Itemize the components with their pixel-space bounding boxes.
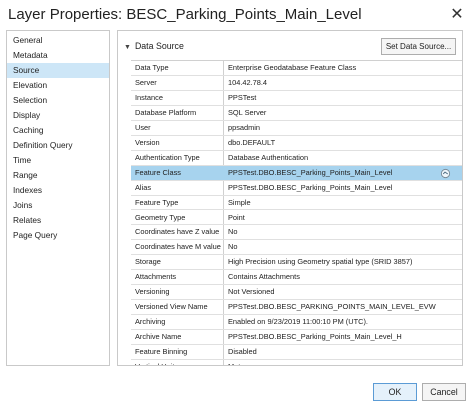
property-row[interactable]: Archive Name PPSTest.DBO.BESC_Parking_Poi… — [131, 330, 462, 346]
property-key: Alias — [135, 182, 152, 192]
nav-item-metadata[interactable]: Metadata — [7, 48, 109, 63]
property-value: Contains Attachments — [228, 272, 300, 282]
property-value: Meter — [228, 360, 448, 365]
property-key: Storage — [135, 257, 161, 267]
nav-item-indexes[interactable]: Indexes — [7, 183, 109, 198]
nav-item-page-query[interactable]: Page Query — [7, 228, 109, 243]
property-value: Point — [228, 212, 245, 222]
property-row[interactable]: Attachments Contains Attachments — [131, 270, 462, 286]
nav-item-relates[interactable]: Relates — [7, 213, 109, 228]
chevron-down-icon: ▼ — [124, 44, 131, 51]
property-value: High Precision using Geometry spatial ty… — [228, 257, 413, 267]
property-key: Server — [135, 77, 157, 87]
nav-item-display[interactable]: Display — [7, 108, 109, 123]
nav-item-time[interactable]: Time — [7, 153, 109, 168]
property-value: 104.42.78.4 — [228, 77, 268, 87]
property-value: Disabled — [228, 347, 257, 357]
property-row[interactable]: Feature Binning Disabled — [131, 345, 462, 360]
property-key: User — [135, 122, 151, 132]
data-source-grid: Data Type Enterprise Geodatabase Feature … — [131, 60, 462, 365]
property-row[interactable]: Storage High Precision using Geometry spa… — [131, 255, 462, 271]
property-row[interactable]: Coordinates have M value No — [131, 240, 462, 256]
catalog-icon[interactable] — [440, 168, 451, 179]
property-value: SQL Server — [228, 107, 267, 117]
data-source-section-header[interactable]: ▼ Data Source — [124, 41, 184, 51]
property-row[interactable]: Database Platform SQL Server — [131, 106, 462, 121]
ok-button[interactable]: OK — [373, 383, 417, 401]
property-key: Feature Binning — [135, 347, 188, 357]
property-key: Versioning — [135, 287, 170, 297]
property-key: Coordinates have M value — [135, 242, 221, 252]
property-key: Vertical Units — [135, 360, 223, 365]
property-row[interactable]: User ppsadmin — [131, 121, 462, 136]
title-bar: Layer Properties: BESC_Parking_Points_Ma… — [0, 0, 474, 30]
property-row[interactable]: Server 104.42.78.4 — [131, 76, 462, 91]
property-row[interactable]: Version dbo.DEFAULT — [131, 136, 462, 151]
nav-item-joins[interactable]: Joins — [7, 198, 109, 213]
property-value: PPSTest.DBO.BESC_PARKING_POINTS_MAIN_LEV… — [228, 302, 436, 312]
property-value: Database Authentication — [228, 152, 309, 162]
property-value: Enabled on 9/23/2019 11:00:10 PM (UTC). — [228, 317, 368, 327]
nav-item-caching[interactable]: Caching — [7, 123, 109, 138]
property-value: PPSTest.DBO.BESC_Parking_Points_Main_Lev… — [228, 167, 393, 177]
nav-item-general[interactable]: General — [7, 33, 109, 48]
property-row[interactable]: Versioned View Name PPSTest.DBO.BESC_PARK… — [131, 300, 462, 316]
property-value: No — [228, 242, 238, 252]
property-value: ppsadmin — [228, 122, 261, 132]
window-title: Layer Properties: BESC_Parking_Points_Ma… — [8, 6, 362, 23]
property-key: Archiving — [135, 317, 166, 327]
property-value: PPSTest — [228, 92, 257, 102]
property-row[interactable]: Authentication Type Database Authenticati… — [131, 151, 462, 166]
property-value: Enterprise Geodatabase Feature Class — [228, 63, 357, 72]
property-row[interactable]: Coordinates have Z value No — [131, 225, 462, 241]
property-value: PPSTest.DBO.BESC_Parking_Points_Main_Lev… — [228, 182, 393, 192]
property-key: Data Type — [135, 63, 169, 72]
property-key: Authentication Type — [135, 152, 200, 162]
nav-item-elevation[interactable]: Elevation — [7, 78, 109, 93]
property-value: No — [228, 227, 238, 237]
property-key: Coordinates have Z value — [135, 227, 220, 237]
property-key: Instance — [135, 92, 163, 102]
property-row[interactable]: Alias PPSTest.DBO.BESC_Parking_Points_Mai… — [131, 181, 462, 196]
property-value: PPSTest.DBO.BESC_Parking_Points_Main_Lev… — [228, 332, 402, 342]
property-row[interactable]: Archiving Enabled on 9/23/2019 11:00:10 P… — [131, 315, 462, 331]
property-key: Archive Name — [135, 332, 182, 342]
property-key: Feature Type — [135, 197, 179, 207]
nav-item-range[interactable]: Range — [7, 168, 109, 183]
property-value: dbo.DEFAULT — [228, 137, 276, 147]
property-row[interactable]: Vertical Units Meter — [131, 360, 462, 365]
section-title: Data Source — [134, 41, 184, 51]
property-value: Simple — [228, 197, 251, 207]
property-row[interactable]: Instance PPSTest — [131, 91, 462, 106]
nav-item-selection[interactable]: Selection — [7, 93, 109, 108]
property-row[interactable]: Versioning Not Versioned — [131, 285, 462, 301]
cancel-button[interactable]: Cancel — [422, 383, 466, 401]
property-row[interactable]: Geometry Type Point — [131, 211, 462, 226]
property-key: Database Platform — [135, 107, 197, 117]
source-panel: ▼ Data Source Set Data Source... Data Typ… — [117, 30, 463, 366]
property-row[interactable]: Feature Class PPSTest.DBO.BESC_Parking_Po… — [131, 165, 462, 181]
property-row[interactable]: Feature Type Simple — [131, 196, 462, 211]
close-button[interactable]: ✕ — [446, 4, 468, 26]
property-key: Attachments — [135, 272, 177, 282]
property-key: Versioned View Name — [135, 302, 208, 312]
property-key: Geometry Type — [135, 212, 186, 222]
property-key: Feature Class — [135, 167, 182, 177]
nav-item-definition-query[interactable]: Definition Query — [7, 138, 109, 153]
property-row[interactable]: Data Type Enterprise Geodatabase Feature … — [131, 61, 462, 76]
property-value: Not Versioned — [228, 287, 275, 297]
set-data-source-button[interactable]: Set Data Source... — [381, 38, 456, 55]
property-key: Version — [135, 137, 160, 147]
properties-nav: General Metadata Source Elevation Selection D… — [6, 30, 110, 366]
nav-item-source[interactable]: Source — [7, 63, 109, 78]
